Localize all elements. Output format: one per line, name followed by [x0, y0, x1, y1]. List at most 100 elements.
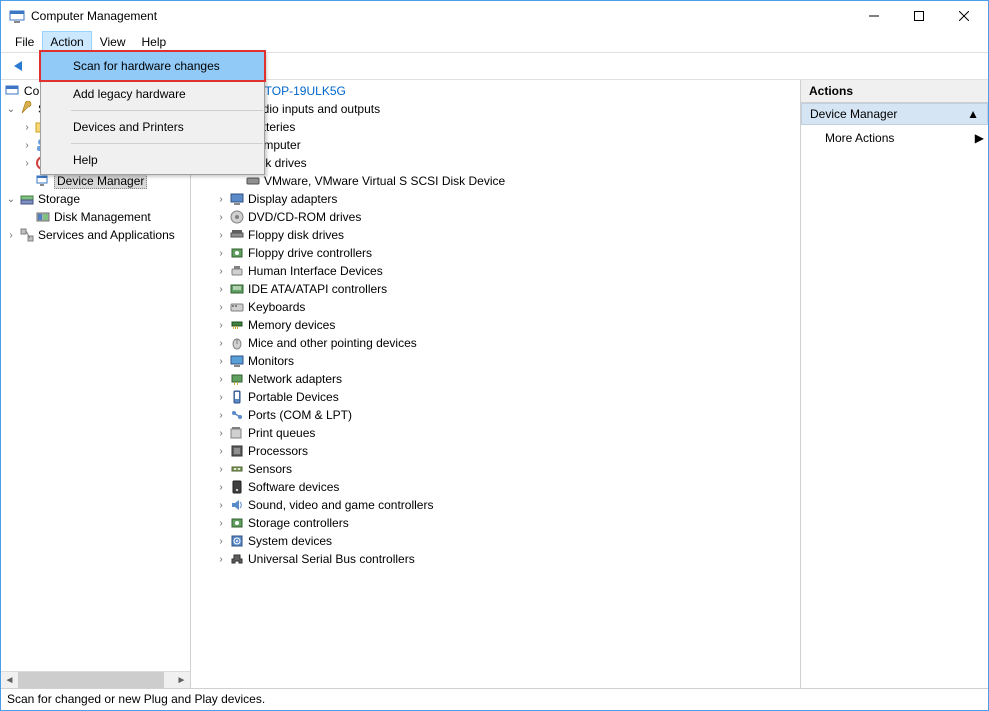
device-category[interactable]: › Keyboards	[191, 298, 800, 316]
menu-add-legacy[interactable]: Add legacy hardware	[41, 80, 264, 108]
category-label: IDE ATA/ATAPI controllers	[248, 282, 387, 296]
tree-services-apps[interactable]: › Services and Applications	[1, 226, 190, 244]
menu-action[interactable]: Action	[42, 31, 91, 52]
expand-icon[interactable]: ›	[213, 212, 229, 223]
category-icon	[229, 191, 245, 207]
computer-mgmt-icon	[5, 83, 21, 99]
category-icon	[229, 461, 245, 477]
device-category[interactable]: ›Monitors	[191, 352, 800, 370]
expand-icon[interactable]: ›	[19, 158, 35, 169]
expand-icon[interactable]: ›	[19, 140, 35, 151]
expand-icon[interactable]: ›	[213, 410, 229, 421]
category-label: Network adapters	[248, 372, 342, 386]
category-icon	[229, 353, 245, 369]
expand-icon[interactable]: ⌄	[3, 194, 19, 205]
category-label: Ports (COM & LPT)	[248, 408, 352, 422]
tree-batteries[interactable]: ›Batteries	[191, 118, 800, 136]
expand-icon[interactable]: ›	[213, 284, 229, 295]
tree-computer[interactable]: ›Computer	[191, 136, 800, 154]
device-category[interactable]: ›Human Interface Devices	[191, 262, 800, 280]
category-label: Portable Devices	[248, 390, 339, 404]
expand-icon[interactable]: ›	[213, 320, 229, 331]
window-title: Computer Management	[31, 9, 851, 23]
menu-scan-hardware[interactable]: Scan for hardware changes	[41, 52, 264, 80]
expand-icon[interactable]: ›	[213, 230, 229, 241]
scroll-thumb[interactable]	[18, 672, 164, 688]
expand-icon[interactable]: ›	[3, 230, 19, 241]
device-category[interactable]: › Portable Devices	[191, 388, 800, 406]
tree-audio[interactable]: ›Audio inputs and outputs	[191, 100, 800, 118]
expand-icon[interactable]: ›	[213, 554, 229, 565]
more-actions[interactable]: More Actions ▶	[801, 125, 988, 151]
device-category[interactable]: ›DVD/CD-ROM drives	[191, 208, 800, 226]
category-label: Processors	[248, 444, 308, 458]
category-icon	[229, 533, 245, 549]
expand-icon[interactable]: ›	[213, 518, 229, 529]
device-category[interactable]: ›Floppy drive controllers	[191, 244, 800, 262]
disk-mgmt-icon	[35, 209, 51, 225]
category-icon	[229, 299, 245, 315]
back-button[interactable]	[7, 55, 29, 77]
device-category[interactable]: ›Universal Serial Bus controllers	[191, 550, 800, 568]
device-category[interactable]: ›Software devices	[191, 478, 800, 496]
expand-icon[interactable]: ›	[213, 374, 229, 385]
expand-icon[interactable]: ›	[213, 464, 229, 475]
expand-icon[interactable]: ›	[213, 356, 229, 367]
device-category[interactable]: ›Memory devices	[191, 316, 800, 334]
maximize-button[interactable]	[896, 2, 941, 31]
menu-devices-printers[interactable]: Devices and Printers	[41, 113, 264, 141]
wrench-icon	[19, 101, 35, 117]
device-category[interactable]: ›Print queues	[191, 424, 800, 442]
action-dropdown: Scan for hardware changes Add legacy har…	[40, 51, 265, 175]
device-category[interactable]: ›Sensors	[191, 460, 800, 478]
device-category[interactable]: › IDE ATA/ATAPI controllers	[191, 280, 800, 298]
minimize-button[interactable]	[851, 2, 896, 31]
menu-view[interactable]: View	[92, 31, 134, 52]
left-hscrollbar[interactable]: ◄ ►	[1, 671, 190, 688]
expand-icon[interactable]: ›	[213, 392, 229, 403]
actions-section[interactable]: Device Manager ▲	[801, 103, 988, 125]
expand-icon[interactable]: ›	[213, 446, 229, 457]
status-text: Scan for changed or new Plug and Play de…	[7, 692, 265, 706]
device-category[interactable]: › Network adapters	[191, 370, 800, 388]
scroll-left-icon[interactable]: ◄	[1, 672, 18, 688]
category-label: Keyboards	[248, 300, 305, 314]
device-category[interactable]: › Floppy disk drives	[191, 226, 800, 244]
device-category[interactable]: ›System devices	[191, 532, 800, 550]
expand-icon[interactable]: ›	[213, 428, 229, 439]
device-category[interactable]: › Ports (COM & LPT)	[191, 406, 800, 424]
collapse-icon[interactable]: ▲	[967, 107, 979, 121]
category-label: Floppy disk drives	[248, 228, 344, 242]
expand-icon[interactable]: ⌄	[3, 104, 19, 115]
expand-icon[interactable]: ›	[213, 194, 229, 205]
expand-icon[interactable]: ›	[213, 482, 229, 493]
device-category[interactable]: ›Storage controllers	[191, 514, 800, 532]
tree-storage[interactable]: ⌄ Storage	[1, 190, 190, 208]
device-category[interactable]: › Display adapters	[191, 190, 800, 208]
app-icon	[9, 8, 25, 24]
expand-icon[interactable]: ›	[19, 122, 35, 133]
expand-icon[interactable]: ›	[213, 338, 229, 349]
expand-icon[interactable]: ›	[213, 500, 229, 511]
category-icon	[229, 371, 245, 387]
category-label: Display adapters	[248, 192, 337, 206]
device-category[interactable]: ›Sound, video and game controllers	[191, 496, 800, 514]
tree-disk-child[interactable]: VMware, VMware Virtual S SCSI Disk Devic…	[191, 172, 800, 190]
device-tree-pane[interactable]: ⌄ DESKTOP-19ULK5G ›Audio inputs and outp…	[191, 80, 800, 688]
device-category[interactable]: ›Mice and other pointing devices	[191, 334, 800, 352]
category-icon	[229, 551, 245, 567]
expand-icon[interactable]: ›	[213, 536, 229, 547]
disk-icon	[245, 173, 261, 189]
expand-icon[interactable]: ›	[213, 302, 229, 313]
device-category[interactable]: › Processors	[191, 442, 800, 460]
tree-disk-drives[interactable]: ⌄Disk drives	[191, 154, 800, 172]
expand-icon[interactable]: ›	[213, 248, 229, 259]
menu-help-item[interactable]: Help	[41, 146, 264, 174]
close-button[interactable]	[941, 2, 986, 31]
menu-file[interactable]: File	[7, 31, 42, 52]
device-root[interactable]: ⌄ DESKTOP-19ULK5G	[191, 82, 800, 100]
scroll-right-icon[interactable]: ►	[173, 672, 190, 688]
tree-disk-management[interactable]: Disk Management	[1, 208, 190, 226]
menu-help[interactable]: Help	[134, 31, 175, 52]
expand-icon[interactable]: ›	[213, 266, 229, 277]
